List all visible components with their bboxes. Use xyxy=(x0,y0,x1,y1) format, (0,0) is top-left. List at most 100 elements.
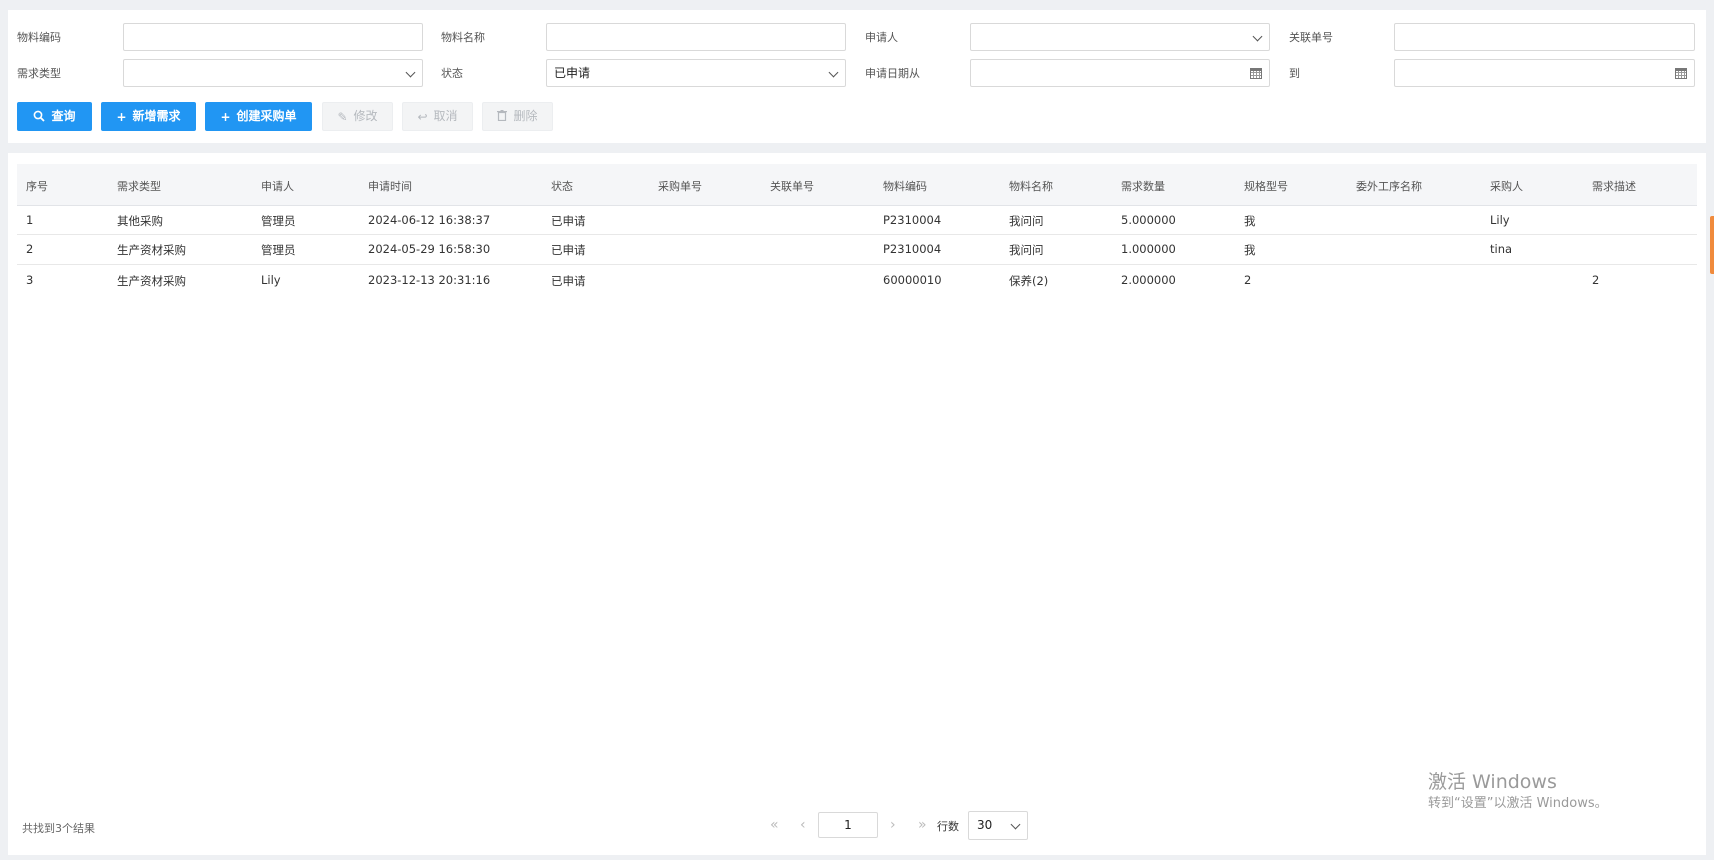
table-cell: 2 xyxy=(1244,273,1252,287)
edit-icon: ✎ xyxy=(337,109,348,124)
date-from-label: 申请日期从 xyxy=(865,67,920,80)
create-po-button[interactable]: + 创建采购单 xyxy=(205,102,312,131)
demand-table: 序号 需求类型 申请人 申请时间 状态 采购单号 关联单号 物料编码 物料名称 … xyxy=(17,164,1697,294)
calendar-icon[interactable] xyxy=(1250,68,1262,79)
search-icon xyxy=(33,110,46,124)
chevron-down-icon xyxy=(1252,31,1263,42)
column-header[interactable]: 关联单号 xyxy=(770,178,814,194)
table-cell: Lily xyxy=(261,273,281,287)
status-select[interactable]: 已申请 xyxy=(546,59,846,87)
next-page-icon[interactable]: › xyxy=(890,817,896,833)
table-cell: 3 xyxy=(26,273,34,287)
date-to-label: 到 xyxy=(1289,67,1300,80)
delete-button[interactable]: 删除 xyxy=(482,102,553,131)
table-cell: 5.000000 xyxy=(1121,213,1176,227)
column-header[interactable]: 需求描述 xyxy=(1592,178,1636,194)
add-demand-button-label: 新增需求 xyxy=(132,109,181,123)
table-cell: 我问问 xyxy=(1009,214,1044,228)
column-header[interactable]: 采购单号 xyxy=(658,178,702,194)
demand-type-select[interactable] xyxy=(123,59,423,87)
scroll-indicator[interactable] xyxy=(1710,216,1714,274)
column-header[interactable]: 规格型号 xyxy=(1244,178,1288,194)
windows-activation-watermark: 激活 Windows 转到“设置”以激活 Windows。 xyxy=(1428,770,1608,814)
first-page-icon[interactable]: « xyxy=(770,817,779,833)
applicant-label: 申请人 xyxy=(865,31,898,44)
table-cell: 生产资材采购 xyxy=(117,274,186,288)
column-header[interactable]: 申请时间 xyxy=(368,178,412,194)
table-cell: 其他采购 xyxy=(117,214,163,228)
table-row[interactable]: 3 生产资材采购 Lily 2023-12-13 20:31:16 已申请 60… xyxy=(17,265,1697,294)
watermark-title: 激活 Windows xyxy=(1428,771,1557,793)
column-header[interactable]: 物料名称 xyxy=(1009,178,1053,194)
cancel-button[interactable]: ↩ 取消 xyxy=(402,102,473,131)
query-button-label: 查询 xyxy=(51,109,76,123)
table-cell: 2 xyxy=(26,242,34,256)
material-name-label: 物料名称 xyxy=(441,31,485,44)
query-button[interactable]: 查询 xyxy=(17,102,92,131)
last-page-icon[interactable]: » xyxy=(918,817,927,833)
chevron-down-icon xyxy=(405,67,416,78)
table-cell: 60000010 xyxy=(883,273,942,287)
material-name-input[interactable] xyxy=(546,23,846,51)
table-cell: 2023-12-13 20:31:16 xyxy=(368,273,491,287)
edit-button[interactable]: ✎ 修改 xyxy=(322,102,393,131)
rows-per-page-value: 30 xyxy=(977,818,993,832)
related-no-label: 关联单号 xyxy=(1289,31,1333,44)
table-cell: tina xyxy=(1490,242,1513,256)
trash-icon xyxy=(497,110,508,123)
table-cell: 2 xyxy=(1592,273,1600,287)
demand-type-label: 需求类型 xyxy=(17,67,61,80)
column-header[interactable]: 采购人 xyxy=(1490,178,1523,194)
chevron-down-icon xyxy=(828,67,839,78)
pagination: « ‹ 1 › » 行数 30 xyxy=(8,811,1706,840)
column-header[interactable]: 状态 xyxy=(551,178,573,194)
chevron-down-icon xyxy=(1010,819,1021,830)
plus-icon: + xyxy=(220,109,231,124)
status-select-value: 已申请 xyxy=(554,66,591,80)
table-cell: P2310004 xyxy=(883,242,942,256)
column-header[interactable]: 需求类型 xyxy=(117,178,161,194)
table-cell: 生产资材采购 xyxy=(117,243,186,257)
table-cell: 管理员 xyxy=(261,214,296,228)
date-from-input[interactable] xyxy=(970,59,1270,87)
table-cell: 管理员 xyxy=(261,243,296,257)
page-input[interactable]: 1 xyxy=(818,812,878,838)
material-code-label: 物料编码 xyxy=(17,31,61,44)
add-demand-button[interactable]: + 新增需求 xyxy=(101,102,196,131)
filter-panel: 物料编码 物料名称 申请人 关联单号 需求类型 状态 已申请 申请日期从 到 查… xyxy=(8,10,1706,143)
table-row[interactable]: 1 其他采购 管理员 2024-06-12 16:38:37 已申请 P2310… xyxy=(17,206,1697,235)
column-header[interactable]: 需求数量 xyxy=(1121,178,1165,194)
table-cell: 已申请 xyxy=(551,214,586,228)
date-to-input[interactable] xyxy=(1394,59,1695,87)
related-no-input[interactable] xyxy=(1394,23,1695,51)
table-cell: 已申请 xyxy=(551,274,586,288)
edit-button-label: 修改 xyxy=(353,109,378,123)
column-header[interactable]: 申请人 xyxy=(261,178,294,194)
rows-per-page-select[interactable]: 30 xyxy=(968,811,1028,840)
table-cell: 已申请 xyxy=(551,243,586,257)
status-label: 状态 xyxy=(441,67,463,80)
column-header[interactable]: 委外工序名称 xyxy=(1356,178,1422,194)
reply-icon: ↩ xyxy=(417,109,428,124)
table-cell: 1 xyxy=(26,213,34,227)
table-cell: 2024-05-29 16:58:30 xyxy=(368,242,491,256)
table-cell: P2310004 xyxy=(883,213,942,227)
column-header[interactable]: 物料编码 xyxy=(883,178,927,194)
table-panel: 序号 需求类型 申请人 申请时间 状态 采购单号 关联单号 物料编码 物料名称 … xyxy=(8,153,1706,855)
table-cell: Lily xyxy=(1490,213,1510,227)
create-po-button-label: 创建采购单 xyxy=(236,109,297,123)
table-header: 序号 需求类型 申请人 申请时间 状态 采购单号 关联单号 物料编码 物料名称 … xyxy=(17,164,1697,206)
delete-button-label: 删除 xyxy=(513,109,538,123)
table-row[interactable]: 2 生产资材采购 管理员 2024-05-29 16:58:30 已申请 P23… xyxy=(17,235,1697,265)
plus-icon: + xyxy=(116,109,127,124)
table-cell: 保养(2) xyxy=(1009,274,1049,288)
table-cell: 2.000000 xyxy=(1121,273,1176,287)
table-cell: 2024-06-12 16:38:37 xyxy=(368,213,491,227)
column-header[interactable]: 序号 xyxy=(26,178,48,194)
rows-per-page-label: 行数 xyxy=(937,820,959,833)
table-cell: 我 xyxy=(1244,214,1256,228)
prev-page-icon[interactable]: ‹ xyxy=(800,817,806,833)
calendar-icon[interactable] xyxy=(1675,68,1687,79)
material-code-input[interactable] xyxy=(123,23,423,51)
applicant-select[interactable] xyxy=(970,23,1270,51)
